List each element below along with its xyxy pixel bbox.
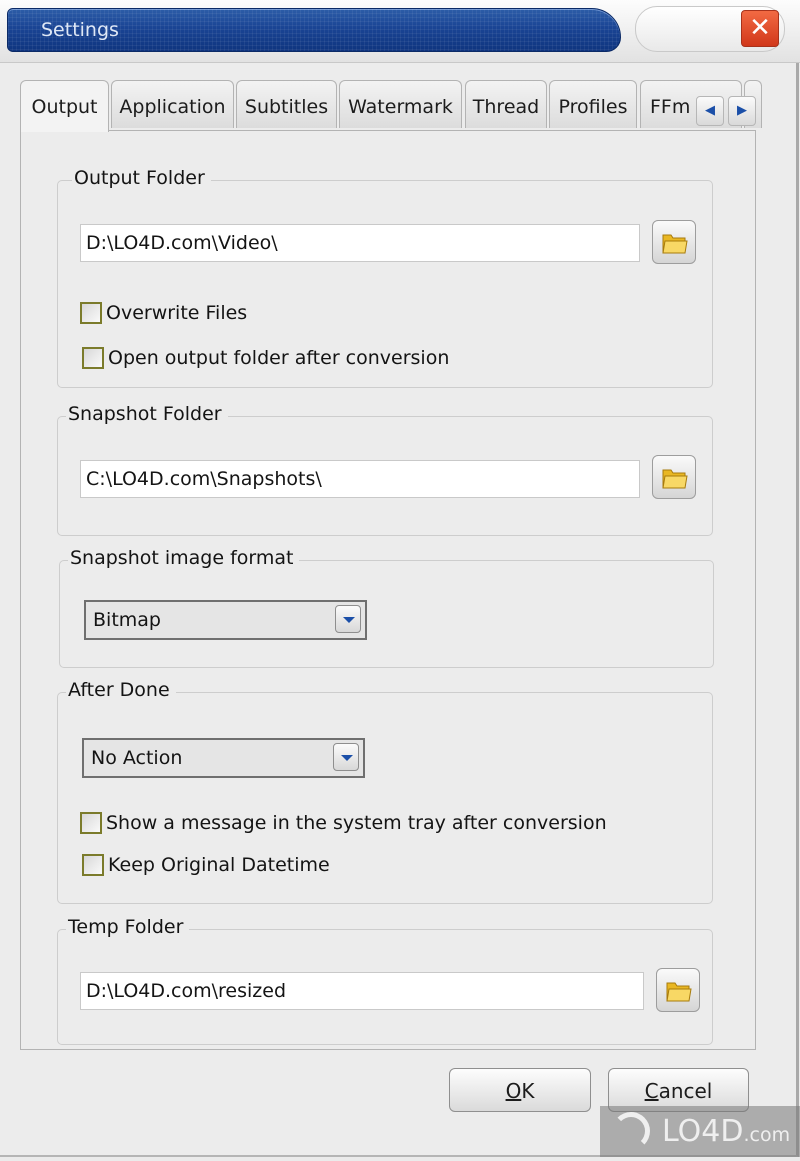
snapshot-format-legend: Snapshot image format <box>68 547 300 569</box>
window-title: Settings <box>41 19 119 41</box>
chevron-down-icon[interactable] <box>333 743 359 771</box>
show-tray-message-label: Show a message in the system tray after … <box>106 812 607 834</box>
cancel-label: ancel <box>658 1079 713 1103</box>
cancel-mnemonic: C <box>644 1079 659 1103</box>
output-folder-browse-button[interactable] <box>652 220 696 264</box>
folder-icon <box>662 469 688 489</box>
chevron-right-icon: ▶ <box>737 103 747 118</box>
snapshot-format-dropdown[interactable]: Bitmap <box>84 600 367 640</box>
snapshot-folder-legend: Snapshot Folder <box>66 403 228 425</box>
watermark-suffix: .com <box>743 1124 791 1146</box>
ok-mnemonic: O <box>505 1079 522 1103</box>
tab-thread[interactable]: Thread <box>465 80 547 128</box>
watermark-brand: LO4D <box>662 1114 744 1149</box>
checkbox-box <box>80 812 102 834</box>
tab-ffmpeg[interactable]: FFm <box>640 80 742 128</box>
refresh-logo-icon <box>612 1112 650 1150</box>
title-bar[interactable]: Settings ✕ <box>0 0 800 63</box>
tab-application[interactable]: Application <box>111 80 234 128</box>
show-tray-message-checkbox[interactable]: Show a message in the system tray after … <box>80 812 607 834</box>
checkbox-box <box>82 854 104 876</box>
folder-icon <box>666 982 692 1002</box>
close-icon: ✕ <box>749 13 771 43</box>
overwrite-files-label: Overwrite Files <box>106 302 248 324</box>
temp-folder-browse-button[interactable] <box>656 968 700 1012</box>
snapshot-folder-browse-button[interactable] <box>652 455 696 499</box>
checkbox-box <box>80 302 102 324</box>
keep-datetime-checkbox[interactable]: Keep Original Datetime <box>82 854 330 876</box>
after-done-value: No Action <box>91 747 183 769</box>
temp-folder-legend: Temp Folder <box>66 916 190 938</box>
chevron-down-icon[interactable] <box>335 605 361 633</box>
after-done-dropdown[interactable]: No Action <box>82 738 365 778</box>
tab-scroll-right-button[interactable]: ▶ <box>728 96 756 126</box>
after-done-legend: After Done <box>66 679 176 701</box>
snapshot-folder-input[interactable]: C:\LO4D.com\Snapshots\ <box>80 460 640 498</box>
open-output-folder-label: Open output folder after conversion <box>108 347 450 369</box>
open-output-folder-checkbox[interactable]: Open output folder after conversion <box>82 347 449 369</box>
tab-strip: Output Application Subtitles Watermark T… <box>20 80 762 132</box>
keep-datetime-label: Keep Original Datetime <box>108 854 330 876</box>
tab-output[interactable]: Output <box>20 80 109 132</box>
output-folder-input[interactable]: D:\LO4D.com\Video\ <box>80 224 640 262</box>
output-folder-legend: Output Folder <box>72 167 211 189</box>
checkbox-box <box>82 347 104 369</box>
tab-subtitles[interactable]: Subtitles <box>236 80 337 128</box>
lo4d-watermark: LO4D.com <box>600 1106 800 1157</box>
settings-window: Settings ✕ Output Application Subtitles … <box>0 0 800 1157</box>
ok-label: K <box>521 1079 535 1103</box>
chevron-left-icon: ◀ <box>705 103 715 118</box>
title-pill: Settings <box>7 8 621 52</box>
snapshot-format-value: Bitmap <box>93 609 161 631</box>
ok-button[interactable]: OK <box>449 1068 591 1112</box>
temp-folder-input[interactable]: D:\LO4D.com\resized <box>80 972 644 1010</box>
tab-profiles[interactable]: Profiles <box>549 80 637 128</box>
tab-watermark[interactable]: Watermark <box>339 80 462 128</box>
overwrite-files-checkbox[interactable]: Overwrite Files <box>80 302 247 324</box>
tab-scroll-left-button[interactable]: ◀ <box>696 96 724 126</box>
folder-icon <box>662 234 688 254</box>
close-button[interactable]: ✕ <box>741 10 779 47</box>
